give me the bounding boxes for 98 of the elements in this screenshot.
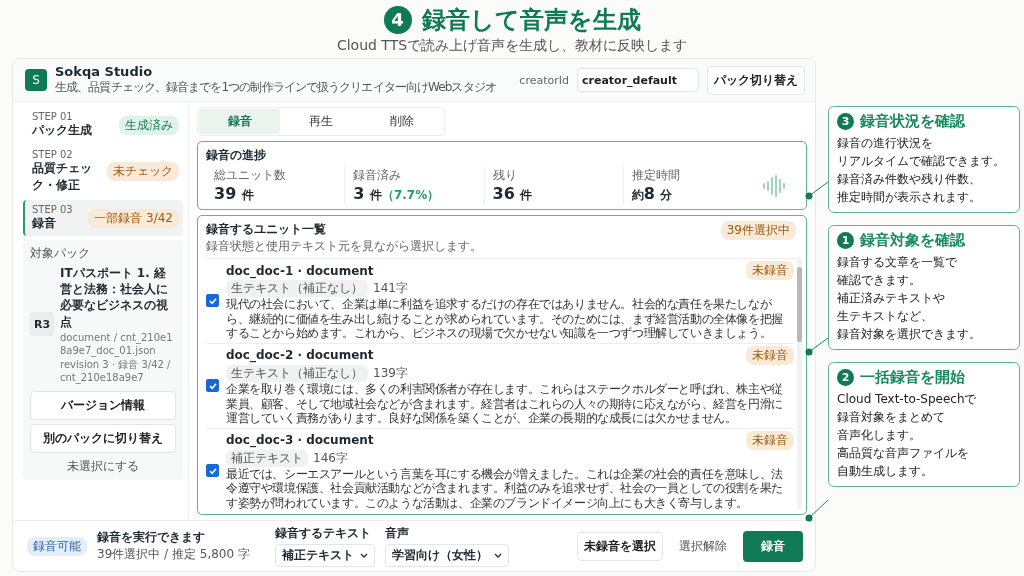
waveform-icon — [762, 174, 788, 197]
logo: S — [25, 69, 47, 91]
status-badge: 生成済み — [119, 115, 179, 135]
step-item[interactable]: STEP 02 品質チェック・修正 未チェック — [23, 145, 183, 198]
stat-value: 3 件（7.7%） — [353, 184, 441, 204]
slide-title: 録音して音声を生成 — [421, 4, 641, 36]
step-item[interactable]: STEP 03 録音 一部録音 3/42 — [23, 200, 183, 236]
callout-number: 3 — [837, 113, 854, 130]
checkbox[interactable] — [206, 294, 219, 308]
pack-title: ITパスポート 1. 経営と法務：社会人に必要なビジネスの視点 — [60, 265, 169, 330]
scrollbar[interactable] — [797, 259, 802, 509]
callout-title: 録音状況を確認 — [860, 112, 965, 131]
selection-badge: 39件選択中 — [720, 221, 796, 240]
step-item[interactable]: STEP 01 パック生成 生成済み — [23, 107, 183, 143]
callout-number: 1 — [837, 232, 854, 249]
checkbox[interactable] — [206, 464, 219, 478]
status-badge: 一部録音 3/42 — [88, 208, 179, 228]
char-count: 146字 — [313, 449, 348, 467]
callout-text: 自動生成します。 — [837, 463, 934, 480]
callout-connector — [805, 337, 829, 356]
status-badge: 録音可能 — [27, 536, 87, 556]
callout-connector — [805, 499, 829, 522]
callout-text: 録音対象をまとめて — [837, 409, 946, 426]
callout-text: 推定時間が表示されます。 — [837, 189, 982, 206]
stat-value: 約8 分 — [631, 184, 674, 204]
card-title: 録音の進捗 — [206, 147, 267, 164]
callout-text: 確認できます。 — [837, 272, 922, 289]
callout-connector — [805, 181, 829, 200]
callout-text: 生テキストなど、 — [837, 308, 934, 325]
app-name: Sokqa Studio — [55, 64, 154, 79]
revision-badge: R3 — [30, 312, 54, 337]
stat-value: 39 件 — [214, 184, 255, 204]
unit-title: doc_doc-1 · document — [226, 263, 374, 278]
app-tagline: 生成、品質チェック、録音までを1つの制作ラインで扱うクリエイター向けWebスタジオ — [55, 79, 497, 96]
stat-label: 推定時間 — [631, 167, 681, 184]
clear-selection-button[interactable]: 選択解除 — [673, 536, 733, 556]
deselect-link[interactable]: 未選択にする — [30, 457, 176, 475]
action-title: 録音を実行できます — [97, 529, 206, 546]
callout-text: 高品質な音声ファイルを — [837, 445, 970, 462]
stat-value: 36 件 — [492, 184, 534, 204]
step-label: STEP 02 — [32, 149, 74, 160]
pack-heading: 対象パック — [30, 245, 91, 262]
field-label: 音声 — [385, 525, 410, 542]
field-label: creatorId — [519, 73, 569, 87]
status-badge: 未録音 — [746, 345, 794, 365]
card-description: 録音状態と使用テキスト元を見ながら選択します。 — [206, 238, 482, 255]
switch-pack-button[interactable]: パック切り替え — [707, 65, 805, 95]
tab[interactable]: 録音 — [199, 109, 281, 134]
callout-text: 録音済み件数や残り件数、 — [837, 171, 982, 188]
field-label: 録音するテキスト — [275, 525, 372, 542]
status-badge: 未録音 — [746, 430, 794, 450]
callout-text: 録音する文章を一覧で — [837, 254, 958, 271]
selection-summary: 39件選択中 / 推定 5,800 字 — [97, 546, 251, 563]
stat-label: 残り — [492, 167, 518, 184]
status-badge: 未チェック — [107, 162, 179, 181]
callout-title: 録音対象を確認 — [860, 231, 965, 250]
char-count: 139字 — [373, 364, 408, 382]
step-title: 録音 — [32, 215, 57, 232]
pack-meta: revision 3 · 録音 3/42 / cnt_210e18a9e7 — [60, 357, 172, 384]
stat-label: 総ユニット数 — [214, 167, 287, 184]
creator-id-field[interactable]: creator_default — [577, 68, 699, 92]
unit-title: doc_doc-2 · document — [226, 348, 374, 363]
callout-text: 録音対象を選択できます。 — [837, 326, 982, 343]
tab[interactable]: 削除 — [361, 109, 443, 134]
slide-subtitle: Cloud TTSで読み上げ音声を生成し、教材に反映します — [336, 36, 688, 55]
callout-text: Cloud Text-to-Speechで — [837, 391, 978, 408]
stat-label: 録音済み — [353, 167, 403, 184]
status-badge: 未録音 — [746, 261, 794, 280]
pack-button[interactable]: 別のパックに切り替え — [30, 423, 176, 453]
callout-text: 補正済みテキストや — [837, 290, 946, 307]
step-title: パック生成 — [32, 122, 92, 139]
record-button[interactable]: 録音 — [743, 530, 803, 562]
callout-number: 2 — [837, 369, 854, 386]
step-label: STEP 01 — [32, 111, 74, 122]
unit-text: 最近では、シーエスアールという言葉を耳にする機会が増えました。これは企業の社会的責任を意味し、法令遵守や環境保護、社会貢献活動などが含まれます。利益のみを追求せず、社会の一員としての役割を果たす姿勢が問われています。このような活動は、企業のブランドイメージ向上にも大きく寄与します。 — [226, 466, 784, 511]
tab[interactable]: 再生 — [280, 109, 362, 134]
source-tag: 生テキスト（補正なし） — [226, 364, 368, 382]
source-tag: 補正テキスト — [226, 449, 308, 467]
source-tag: 生テキスト（補正なし） — [226, 280, 368, 297]
voice-dropdown[interactable]: 学習向け（女性） — [385, 544, 509, 567]
unit-title: doc_doc-3 · document — [226, 433, 374, 448]
caret-icon — [360, 552, 368, 559]
callout-text: 音声化します。 — [837, 427, 922, 444]
checkbox[interactable] — [206, 379, 219, 393]
callout-text: リアルタイムで確認できます。 — [837, 153, 1006, 170]
caret-icon — [494, 552, 502, 559]
unit-text: 現代の社会において、企業は単に利益を追求するだけの存在ではありません。社会的な責任を果たしながら、継続的に価値を生み出し続けることが求められています。そのためには、まず経営活動の全体像を把握することから始めます。これから、ビジネスの現場で欠かせない知識を一つずつ理解していきましょう。 — [226, 297, 784, 341]
unit-text: 企業を取り巻く環境には、多くの利害関係者が存在します。これらはステークホルダーと呼ばれ、株主や従業員、顧客、そして地域社会などが含まれます。経営者はこれらの人々の期待に応えながら、経営を円滑に運営していく責務があります。良好な関係を築くことが、企業の長期的な成長には欠かせません。 — [226, 381, 784, 426]
card-title: 録音するユニット一覧 — [206, 221, 327, 238]
text-dropdown[interactable]: 補正テキスト — [275, 544, 375, 567]
pack-button[interactable]: バージョン情報 — [30, 390, 176, 420]
step-number: 4 — [383, 5, 412, 34]
callout-title: 一括録音を開始 — [860, 368, 965, 387]
step-title: 品質チェック・修正 — [32, 160, 93, 194]
callout-text: 録音の進行状況を — [837, 135, 934, 152]
step-label: STEP 03 — [32, 204, 73, 215]
select-unrecorded-button[interactable]: 未録音を選択 — [577, 531, 663, 561]
char-count: 141字 — [373, 280, 408, 297]
